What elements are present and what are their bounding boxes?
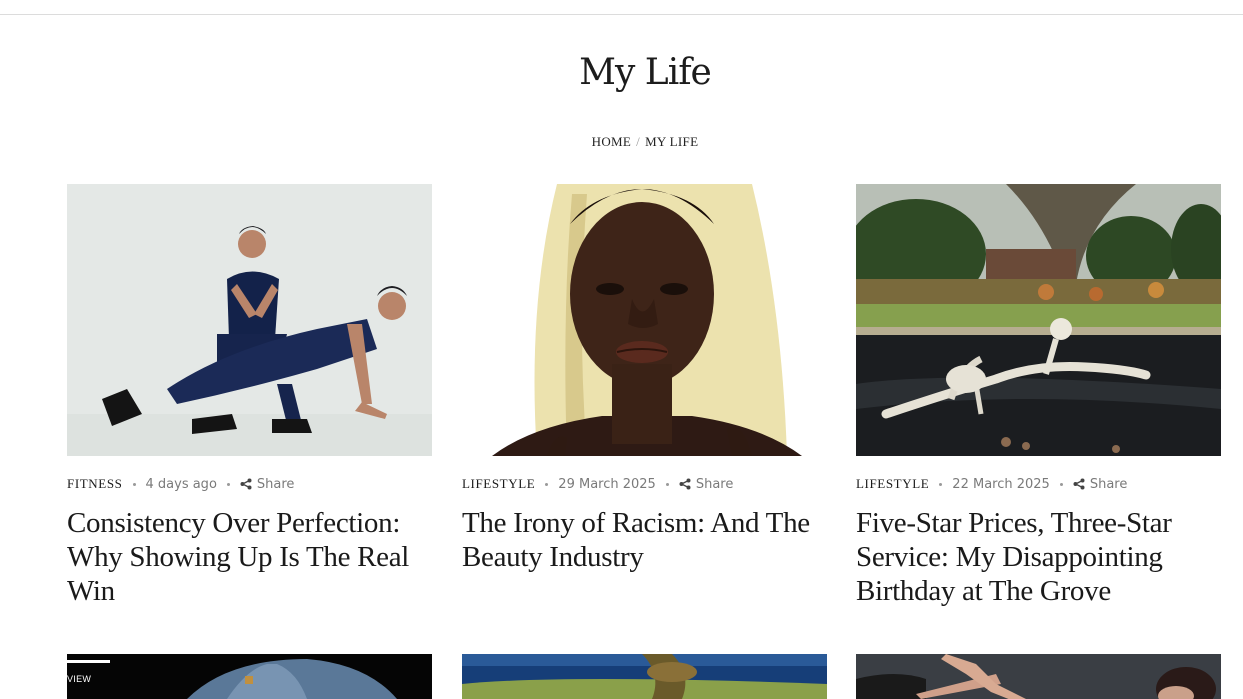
post-image-underwater-figure[interactable] — [462, 654, 827, 699]
meta-dot-separator — [939, 482, 943, 486]
share-button[interactable]: Share — [679, 476, 734, 492]
post-card-next[interactable]: VIEW — [67, 654, 432, 699]
share-icon — [679, 478, 691, 490]
meta-dot-separator — [665, 482, 669, 486]
post-image-boys-exercising[interactable] — [67, 184, 432, 456]
breadcrumb-current: MY LIFE — [645, 134, 699, 149]
share-label: Share — [695, 476, 734, 492]
post-title-link[interactable]: The Irony of Racism: And The Beauty Indu… — [462, 506, 834, 574]
post-category-link[interactable]: LIFESTYLE — [462, 476, 535, 492]
post-image-hands-reaching[interactable] — [856, 654, 1221, 699]
header-divider — [0, 14, 1243, 15]
post-card[interactable]: FITNESS 4 days ago Share Consistency Ove… — [67, 184, 432, 624]
breadcrumb-home-link[interactable]: HOME — [592, 134, 631, 149]
post-card[interactable]: LIFESTYLE 29 March 2025 Share The Irony … — [462, 184, 827, 624]
share-icon — [1073, 478, 1085, 490]
post-card-next[interactable] — [462, 654, 827, 699]
post-image-skeleton-pond[interactable] — [856, 184, 1221, 456]
post-card[interactable]: LIFESTYLE 22 March 2025 Share Five-Star … — [856, 184, 1221, 624]
post-category-link[interactable]: FITNESS — [67, 476, 123, 492]
share-icon — [240, 478, 252, 490]
post-title-link[interactable]: Consistency Over Perfection: Why Showing… — [67, 506, 439, 608]
meta-dot-separator — [545, 482, 549, 486]
post-title-link[interactable]: Five-Star Prices, Three-Star Service: My… — [856, 506, 1228, 608]
breadcrumb: HOME / MY LIFE — [0, 134, 1243, 150]
share-label: Share — [1089, 476, 1128, 492]
post-card-next[interactable] — [856, 654, 1221, 699]
post-category-link[interactable]: LIFESTYLE — [856, 476, 929, 492]
meta-dot-separator — [132, 482, 136, 486]
meta-dot-separator — [1059, 482, 1063, 486]
post-image-denim-jacket[interactable] — [67, 654, 432, 699]
view-badge: VIEW — [67, 674, 92, 684]
share-button[interactable]: Share — [240, 476, 295, 492]
share-label: Share — [256, 476, 295, 492]
meta-dot-separator — [226, 482, 230, 486]
post-date: 29 March 2025 — [558, 476, 656, 492]
share-button[interactable]: Share — [1073, 476, 1128, 492]
post-date: 22 March 2025 — [952, 476, 1050, 492]
post-meta: FITNESS 4 days ago Share — [67, 476, 294, 492]
post-meta: LIFESTYLE 29 March 2025 Share — [462, 476, 733, 492]
breadcrumb-separator: / — [636, 134, 641, 149]
post-meta: LIFESTYLE 22 March 2025 Share — [856, 476, 1127, 492]
post-image-woman-portrait[interactable] — [462, 184, 827, 456]
post-date: 4 days ago — [145, 476, 217, 492]
page-title: My Life — [579, 52, 712, 93]
